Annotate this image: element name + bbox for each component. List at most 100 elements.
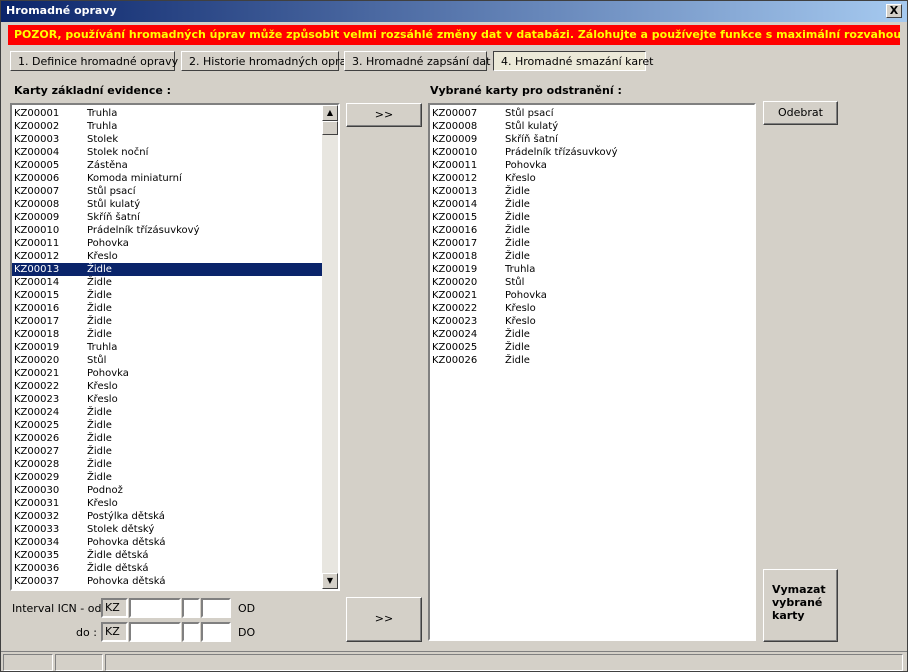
list-item[interactable]: KZ00019 Truhla (430, 263, 750, 276)
list-item[interactable]: KZ00009 Skříň šatní (430, 133, 750, 146)
list-item[interactable]: KZ00021 Pohovka (12, 367, 322, 380)
list-item[interactable]: KZ00031 Křeslo (12, 497, 322, 510)
card-code: KZ00022 (432, 303, 478, 314)
list-item[interactable]: KZ00010 Prádelník třízásuvkový (12, 224, 322, 237)
list-item[interactable]: KZ00003 Stolek (12, 133, 322, 146)
list-item[interactable]: KZ00030 Podnož (12, 484, 322, 497)
card-name: Židle (505, 329, 530, 340)
list-item[interactable]: KZ00025 Židle (430, 341, 750, 354)
card-code: KZ00024 (432, 329, 478, 340)
list-item[interactable]: KZ00012 Křeslo (430, 172, 750, 185)
remove-button[interactable]: Odebrat (763, 101, 838, 125)
list-item[interactable]: KZ00021 Pohovka (430, 289, 750, 302)
list-item[interactable]: KZ00016 Židle (430, 224, 750, 237)
list-item[interactable]: KZ00017 Židle (430, 237, 750, 250)
add-interval-button[interactable]: >> (346, 597, 422, 642)
list-item[interactable]: KZ00013 Židle (12, 263, 322, 276)
list-item[interactable]: KZ00028 Židle (12, 458, 322, 471)
tab-smazani[interactable]: 4. Hromadné smazání karet (493, 51, 653, 71)
list-item[interactable]: KZ00035 Židle dětská (12, 549, 322, 562)
interval-from-field-2[interactable] (182, 598, 200, 618)
tab-zapsani[interactable]: 3. Hromadné zapsání dat (344, 51, 490, 71)
card-name: Židle (505, 238, 530, 249)
selected-cards-list[interactable]: KZ00007 Stůl psací KZ00008 Stůl kulatý KZ000… (428, 103, 756, 641)
list-item[interactable]: KZ00022 Křeslo (430, 302, 750, 315)
list-item[interactable]: KZ00006 Komoda miniaturní (12, 172, 322, 185)
card-name: Stůl kulatý (505, 121, 559, 132)
card-code: KZ00004 (14, 147, 60, 158)
card-code: KZ00015 (432, 212, 478, 223)
title-bar: Hromadné opravy X (0, 0, 908, 22)
list-item[interactable]: KZ00034 Pohovka dětská (12, 536, 322, 549)
tab-historie[interactable]: 2. Historie hromadných oprav (181, 51, 353, 71)
list-item[interactable]: KZ00027 Židle (12, 445, 322, 458)
interval-from-field[interactable] (129, 598, 181, 618)
list-item[interactable]: KZ00032 Postýlka dětská (12, 510, 322, 523)
add-selected-button[interactable]: >> (346, 103, 422, 127)
list-item[interactable]: KZ00026 Židle (430, 354, 750, 367)
list-item[interactable]: KZ00036 Židle dětská (12, 562, 322, 575)
source-cards-list[interactable]: KZ00001 Truhla KZ00002 Truhla KZ00003 Stolek K… (10, 103, 340, 591)
list-item[interactable]: KZ00002 Truhla (12, 120, 322, 133)
list-item[interactable]: KZ00019 Truhla (12, 341, 322, 354)
list-item[interactable]: KZ00001 Truhla (12, 107, 322, 120)
delete-selected-cards-button[interactable]: Vymazat vybrané karty (763, 569, 838, 642)
list-item[interactable]: KZ00009 Skříň šatní (12, 211, 322, 224)
list-item[interactable]: KZ00005 Zástěna (12, 159, 322, 172)
card-name: Židle dětská (87, 550, 149, 561)
list-item[interactable]: KZ00023 Křeslo (12, 393, 322, 406)
list-item[interactable]: KZ00022 Křeslo (12, 380, 322, 393)
list-item[interactable]: KZ00011 Pohovka (12, 237, 322, 250)
interval-from-field-3[interactable] (201, 598, 231, 618)
card-code: KZ00008 (14, 199, 60, 210)
card-name: Židle (87, 316, 112, 327)
card-name: Postýlka dětská (87, 511, 165, 522)
interval-to-field[interactable] (129, 622, 181, 642)
list-item[interactable]: KZ00024 Židle (430, 328, 750, 341)
list-item[interactable]: KZ00014 Židle (12, 276, 322, 289)
list-item[interactable]: KZ00007 Stůl psací (12, 185, 322, 198)
list-item[interactable]: KZ00008 Stůl kulatý (430, 120, 750, 133)
tab-definice[interactable]: 1. Definice hromadné opravy (10, 51, 178, 71)
list-item[interactable]: KZ00010 Prádelník třízásuvkový (430, 146, 750, 159)
list-item[interactable]: KZ00029 Židle (12, 471, 322, 484)
list-item[interactable]: KZ00007 Stůl psací (430, 107, 750, 120)
card-name: Skříň šatní (87, 212, 140, 223)
scroll-down-icon[interactable]: ▼ (322, 573, 338, 589)
list-item[interactable]: KZ00004 Stolek noční (12, 146, 322, 159)
list-item[interactable]: KZ00018 Židle (430, 250, 750, 263)
list-item[interactable]: KZ00015 Židle (430, 211, 750, 224)
list-item[interactable]: KZ00037 Pohovka dětská (12, 575, 322, 588)
scroll-up-icon[interactable]: ▲ (322, 105, 338, 121)
card-name: Židle (87, 277, 112, 288)
list-item[interactable]: KZ00024 Židle (12, 406, 322, 419)
list-item[interactable]: KZ00026 Židle (12, 432, 322, 445)
list-item[interactable]: KZ00008 Stůl kulatý (12, 198, 322, 211)
left-list-scrollbar[interactable]: ▲ ▼ (322, 105, 338, 589)
interval-to-field-3[interactable] (201, 622, 231, 642)
list-item[interactable]: KZ00025 Židle (12, 419, 322, 432)
card-code: KZ00011 (14, 238, 60, 249)
card-name: Židle (505, 342, 530, 353)
scroll-thumb[interactable] (322, 121, 338, 135)
interval-to-field-2[interactable] (182, 622, 200, 642)
close-button[interactable]: X (886, 4, 902, 18)
list-item[interactable]: KZ00017 Židle (12, 315, 322, 328)
card-code: KZ00027 (14, 446, 60, 457)
list-item[interactable]: KZ00020 Stůl (430, 276, 750, 289)
list-item[interactable]: KZ00015 Židle (12, 289, 322, 302)
list-item[interactable]: KZ00014 Židle (430, 198, 750, 211)
list-item[interactable]: KZ00013 Židle (430, 185, 750, 198)
interval-to-label: do : (76, 626, 97, 639)
list-item[interactable]: KZ00020 Stůl (12, 354, 322, 367)
list-item[interactable]: KZ00016 Židle (12, 302, 322, 315)
list-item[interactable]: KZ00012 Křeslo (12, 250, 322, 263)
list-item[interactable]: KZ00023 Křeslo (430, 315, 750, 328)
list-item[interactable]: KZ00033 Stolek dětský (12, 523, 322, 536)
card-name: Pohovka dětská (87, 576, 166, 587)
card-name: Židle (87, 472, 112, 483)
list-item[interactable]: KZ00011 Pohovka (430, 159, 750, 172)
card-name: Stolek (87, 134, 119, 145)
list-item[interactable]: KZ00018 Židle (12, 328, 322, 341)
card-code: KZ00022 (14, 381, 60, 392)
